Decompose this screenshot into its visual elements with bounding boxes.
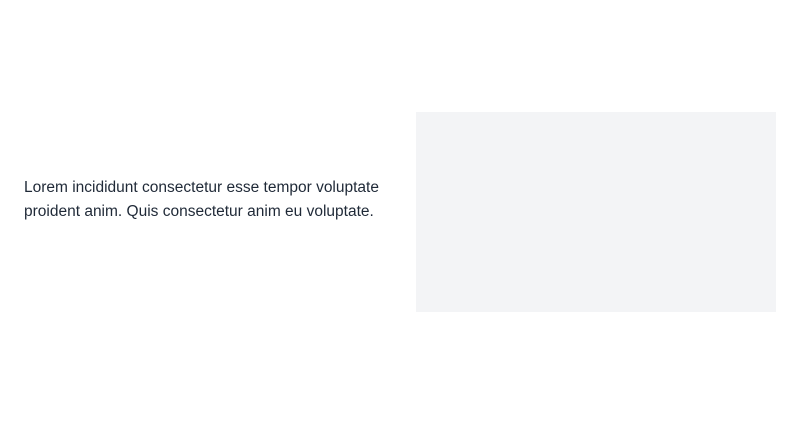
section-body-text: Lorem incididunt consectetur esse tempor…	[24, 179, 379, 220]
media-placeholder	[416, 112, 776, 312]
